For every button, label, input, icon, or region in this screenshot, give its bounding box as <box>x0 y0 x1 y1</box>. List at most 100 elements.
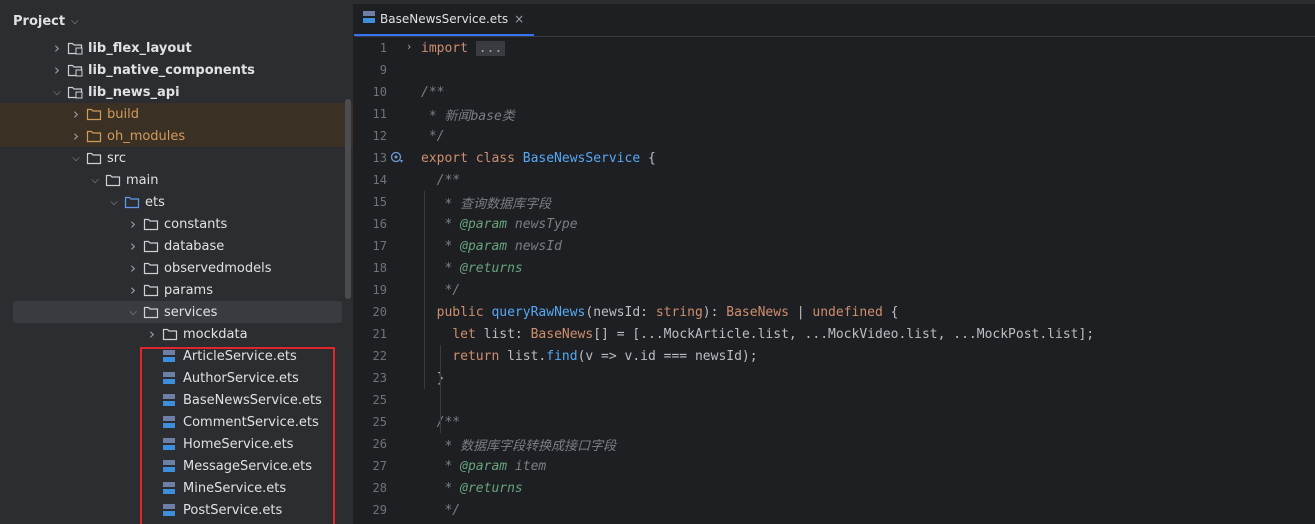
code-line[interactable]: 9 <box>354 59 1315 81</box>
chevron-right-icon[interactable]: › <box>126 237 140 255</box>
code-token: * 查询数据库字段 <box>421 196 552 212</box>
tree-item[interactable]: › lib_flex_layout <box>0 37 353 59</box>
tree-item[interactable]: ⌵ main <box>0 169 353 191</box>
editor-gutter <box>387 477 421 499</box>
chevron-down-icon[interactable]: ⌵ <box>50 87 64 98</box>
tree-item[interactable]: › constants <box>0 213 353 235</box>
code-line[interactable]: 19 */ <box>354 279 1315 301</box>
line-number: 21 <box>372 327 387 341</box>
folder-icon <box>143 282 159 298</box>
code-line[interactable]: 27 * @param item <box>354 455 1315 477</box>
chevron-right-icon[interactable]: › <box>50 39 64 57</box>
line-number: 25 <box>372 393 387 407</box>
highlight-box <box>140 347 335 524</box>
code-text: let list: BaseNews[] = [...MockArticle.l… <box>421 327 1094 342</box>
implemented-marker-icon[interactable] <box>390 151 404 169</box>
line-number: 25 <box>372 415 387 429</box>
code-text: */ <box>421 283 460 298</box>
chevron-right-icon[interactable]: › <box>126 281 140 299</box>
code-token: newsType <box>507 216 578 232</box>
tree-item[interactable]: › build <box>0 103 353 125</box>
code-token: ): <box>702 304 727 320</box>
code-line[interactable]: 14 /** <box>354 169 1315 191</box>
indent-guide <box>440 345 441 433</box>
code-line[interactable]: 29 */ <box>354 499 1315 521</box>
chevron-down-icon[interactable]: ⌵ <box>71 16 79 27</box>
tab-basenewsservice[interactable]: BaseNewsService.ets × <box>354 4 535 36</box>
code-line[interactable]: 11 * 新闻base类 <box>354 103 1315 125</box>
editor-gutter <box>387 59 421 81</box>
close-icon[interactable]: × <box>514 12 524 26</box>
code-line[interactable]: 1 › import ... <box>354 37 1315 59</box>
code-token: list: <box>483 326 531 342</box>
tree-item[interactable]: › mockdata <box>0 323 353 345</box>
tree-item[interactable]: › database <box>0 235 353 257</box>
editor-gutter <box>387 257 421 279</box>
folder-icon <box>86 150 102 166</box>
code-line[interactable]: 17 * @param newsId <box>354 235 1315 257</box>
tree-item-label: observedmodels <box>164 260 272 276</box>
chevron-down-icon[interactable]: ⌵ <box>88 175 102 186</box>
chevron-right-icon[interactable]: › <box>145 325 159 343</box>
tree-item[interactable]: ⌵ services <box>13 301 342 323</box>
chevron-down-icon[interactable]: ⌵ <box>69 153 83 164</box>
fold-arrow-icon[interactable]: › <box>407 40 411 53</box>
tree-item[interactable]: ⌵ ets <box>0 191 353 213</box>
project-tree-scrollbar[interactable] <box>345 99 351 299</box>
code-text: /** <box>421 85 444 100</box>
module-folder-icon <box>67 84 83 100</box>
code-line[interactable]: 25 <box>354 389 1315 411</box>
code-token: * 数据库字段转换成接口字段 <box>421 438 617 454</box>
chevron-down-icon[interactable]: ⌵ <box>126 307 140 318</box>
tree-item[interactable]: ⌵ lib_news_api <box>0 81 353 103</box>
code-line[interactable]: 21 let list: BaseNews[] = [...MockArticl… <box>354 323 1315 345</box>
line-number: 15 <box>372 195 387 209</box>
code-text: return list.find(v => v.id === newsId); <box>421 348 757 364</box>
editor-gutter <box>387 345 421 367</box>
code-line[interactable]: 23 } <box>354 367 1315 389</box>
code-token: find <box>546 348 578 364</box>
line-number: 16 <box>372 217 387 231</box>
chevron-right-icon[interactable]: › <box>126 259 140 277</box>
folder-icon <box>105 172 121 188</box>
editor-gutter <box>387 499 421 521</box>
editor-gutter <box>387 323 421 345</box>
code-text: * 数据库字段转换成接口字段 <box>421 435 616 454</box>
tree-item-label: oh_modules <box>107 128 186 144</box>
code-line[interactable]: 20 public queryRawNews(newsId: string): … <box>354 301 1315 323</box>
chevron-right-icon[interactable]: › <box>126 215 140 233</box>
line-number: 18 <box>372 261 387 275</box>
code-text: */ <box>421 129 445 144</box>
chevron-down-icon[interactable]: ⌵ <box>107 197 121 208</box>
code-line[interactable]: 22 return list.find(v => v.id === newsId… <box>354 345 1315 367</box>
chevron-right-icon[interactable]: › <box>50 61 64 79</box>
code-line[interactable]: 16 * @param newsType <box>354 213 1315 235</box>
code-line[interactable]: 18 * @returns <box>354 257 1315 279</box>
tree-item-label: services <box>164 304 218 320</box>
editor-gutter <box>387 213 421 235</box>
code-line[interactable]: 15 * 查询数据库字段 <box>354 191 1315 213</box>
code-token: @returns <box>460 260 523 276</box>
code-line[interactable]: 28 * @returns <box>354 477 1315 499</box>
code-line[interactable]: 12 */ <box>354 125 1315 147</box>
code-text: * 查询数据库字段 <box>421 193 551 212</box>
tree-item-label: src <box>107 150 126 166</box>
code-token: BaseNews <box>726 304 789 320</box>
code-line[interactable]: 25 /** <box>354 411 1315 433</box>
tree-item[interactable]: › oh_modules <box>0 125 353 147</box>
code-line[interactable]: 13 export class BaseNewsService { <box>354 147 1315 169</box>
project-panel-header[interactable]: Project ⌵ <box>0 4 353 38</box>
chevron-right-icon[interactable]: › <box>69 127 83 145</box>
chevron-right-icon[interactable]: › <box>69 105 83 123</box>
editor-gutter <box>387 169 421 191</box>
tree-item[interactable]: › params <box>0 279 353 301</box>
code-line[interactable]: 10 /** <box>354 81 1315 103</box>
folder-icon <box>143 260 159 276</box>
tree-item[interactable]: › lib_native_components <box>0 59 353 81</box>
code-line[interactable]: 26 * 数据库字段转换成接口字段 <box>354 433 1315 455</box>
tree-item[interactable]: ⌵ src <box>0 147 353 169</box>
code-token: { <box>882 304 899 320</box>
tree-item[interactable]: › observedmodels <box>0 257 353 279</box>
